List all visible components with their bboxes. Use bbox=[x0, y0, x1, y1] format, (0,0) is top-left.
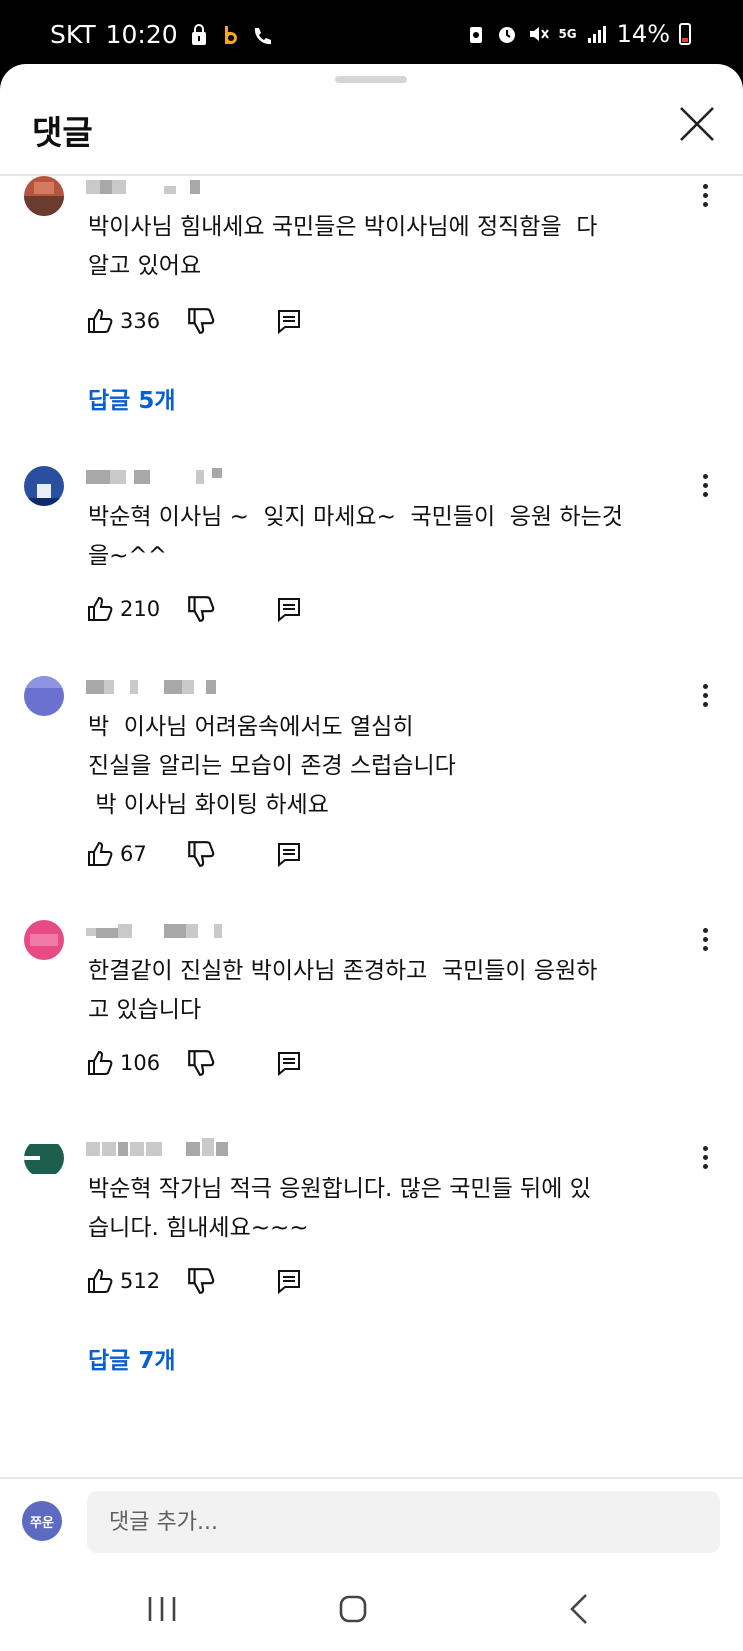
like-count: 512 bbox=[120, 1269, 161, 1293]
like-button[interactable]: 512 bbox=[86, 1267, 186, 1295]
avatar[interactable] bbox=[24, 176, 64, 216]
alarm-icon bbox=[499, 27, 516, 43]
signal-icon bbox=[587, 26, 606, 43]
like-count: 106 bbox=[120, 1051, 161, 1075]
more-options-icon[interactable] bbox=[695, 1146, 715, 1172]
view-replies-link[interactable]: 답글 7개 bbox=[88, 1341, 176, 1375]
thumbs-down-icon[interactable] bbox=[186, 1048, 216, 1078]
home-icon[interactable] bbox=[333, 1589, 373, 1629]
thumbs-down-icon[interactable] bbox=[186, 1266, 216, 1296]
reply-icon[interactable] bbox=[276, 1268, 302, 1294]
author-name-redacted[interactable] bbox=[86, 176, 236, 198]
call-icon bbox=[254, 27, 271, 44]
avatar[interactable] bbox=[24, 1138, 64, 1178]
like-count: 67 bbox=[120, 842, 147, 866]
like-button[interactable]: 67 bbox=[86, 840, 186, 868]
like-button[interactable]: 210 bbox=[86, 595, 186, 623]
comment-composer: 쭈운 bbox=[0, 1477, 743, 1651]
thumbs-up-icon bbox=[88, 308, 113, 333]
reply-icon[interactable] bbox=[276, 841, 302, 867]
thumbs-up-icon bbox=[88, 841, 113, 866]
comment-actions: 67 bbox=[86, 839, 302, 869]
comment-actions: 512 bbox=[86, 1266, 302, 1296]
thumbs-up-icon bbox=[88, 1050, 113, 1075]
thumbs-down-icon[interactable] bbox=[186, 306, 216, 336]
thumbs-up-icon bbox=[88, 596, 113, 621]
more-options-icon[interactable] bbox=[695, 184, 715, 210]
comment-actions: 336 bbox=[86, 306, 302, 336]
sheet-header: 댓글 bbox=[0, 64, 743, 176]
view-replies-link[interactable]: 답글 5개 bbox=[88, 381, 176, 415]
battery-icon bbox=[679, 23, 691, 45]
avatar[interactable] bbox=[24, 920, 64, 960]
comment-text: 한결같이 진실한 박이사님 존경하고 국민들이 응원하 고 있습니다 bbox=[88, 958, 598, 1023]
network-label: 5G bbox=[558, 27, 577, 41]
reply-icon[interactable] bbox=[276, 308, 302, 334]
close-icon[interactable] bbox=[675, 102, 719, 146]
reply-icon[interactable] bbox=[276, 1050, 302, 1076]
recycle-icon bbox=[470, 27, 483, 43]
page-title: 댓글 bbox=[32, 113, 93, 152]
comment-text: 박순혁 이사님 ~ 잊지 마세요~ 국민들이 응원 하는것 을~^^ bbox=[88, 504, 623, 569]
comment-text: 박 이사님 어려움속에서도 열심히 진실을 알리는 모습이 존경 스럽습니다 박… bbox=[88, 714, 456, 818]
system-nav-bar bbox=[0, 1569, 743, 1651]
add-comment-input[interactable] bbox=[87, 1491, 720, 1553]
more-options-icon[interactable] bbox=[695, 928, 715, 954]
thumbs-down-icon[interactable] bbox=[186, 594, 216, 624]
comment-actions: 106 bbox=[86, 1048, 302, 1078]
author-name-redacted[interactable] bbox=[86, 1138, 236, 1160]
status-bar: SKT 10:20 5G 14% bbox=[0, 0, 743, 64]
thumbs-up-icon bbox=[88, 1268, 113, 1293]
b-app-icon bbox=[224, 25, 237, 44]
like-count: 336 bbox=[120, 309, 161, 333]
like-button[interactable]: 336 bbox=[86, 307, 186, 335]
clock: 10:20 bbox=[105, 20, 178, 49]
author-name-redacted[interactable] bbox=[86, 466, 236, 488]
mute-icon bbox=[530, 27, 550, 41]
comment-text: 박순혁 작가님 적극 응원합니다. 많은 국민들 뒤에 있 습니다. 힘내세요~… bbox=[88, 1176, 591, 1241]
more-options-icon[interactable] bbox=[695, 684, 715, 710]
lock-icon bbox=[191, 23, 206, 45]
avatar[interactable] bbox=[24, 466, 64, 506]
like-count: 210 bbox=[120, 597, 161, 621]
comments-sheet: 댓글 박이사님 힘내세요 국민들은 박이사님에 정직함을 다 알고 있어요 33… bbox=[0, 64, 743, 1651]
recent-apps-icon[interactable] bbox=[142, 1589, 182, 1629]
avatar[interactable] bbox=[24, 676, 64, 716]
status-right: 5G 14% bbox=[465, 20, 691, 48]
author-name-redacted[interactable] bbox=[86, 676, 236, 698]
reply-icon[interactable] bbox=[276, 596, 302, 622]
comment-text: 박이사님 힘내세요 국민들은 박이사님에 정직함을 다 알고 있어요 bbox=[88, 214, 598, 279]
more-options-icon[interactable] bbox=[695, 474, 715, 500]
thumbs-down-icon[interactable] bbox=[186, 839, 216, 869]
author-name-redacted[interactable] bbox=[86, 920, 236, 942]
user-avatar[interactable]: 쭈운 bbox=[22, 1501, 62, 1541]
battery-percent: 14% bbox=[616, 20, 670, 48]
comment-actions: 210 bbox=[86, 594, 302, 624]
back-icon[interactable] bbox=[560, 1589, 600, 1629]
carrier-label: SKT bbox=[50, 20, 96, 49]
status-left: SKT 10:20 bbox=[50, 20, 274, 49]
like-button[interactable]: 106 bbox=[86, 1049, 186, 1077]
